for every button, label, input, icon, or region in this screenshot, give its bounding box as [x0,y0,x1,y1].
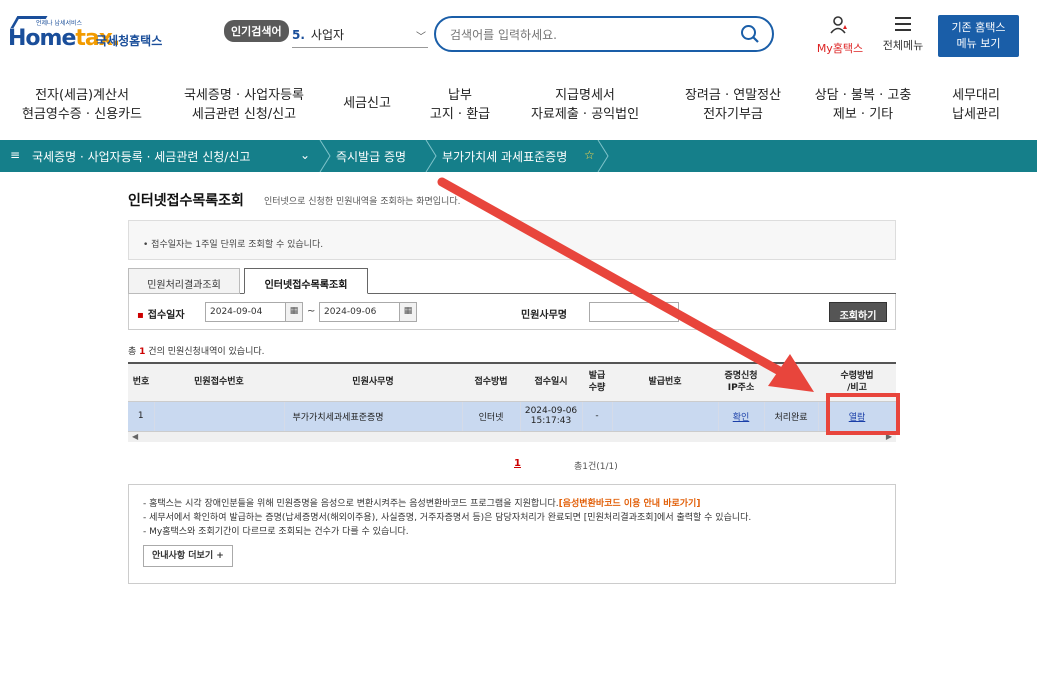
breadcrumb-item-category[interactable]: 국세증명 · 사업자등록 · 세금관련 신청/신고 [32,148,250,165]
main-nav: 전자(세금)계산서 현금영수증 · 신용카드 국세증명 · 사업자등록 세금관련 신… [0,80,1037,136]
nav-e-invoice[interactable]: 전자(세금)계산서 현금영수증 · 신용카드 [18,86,146,124]
guidance-notice: - 홈택스는 시각 장애인분들을 위해 민원증명을 음성으로 변환시켜주는 음성… [128,484,896,584]
result-count: 총 1 건의 민원신청내역이 있습니다. [128,347,265,357]
cell-status: 처리완료 [764,401,819,432]
search-icon[interactable] [740,24,760,44]
cell-method: 인터넷 [462,401,521,432]
search-button[interactable]: 조회하기 [829,302,887,322]
col-header-quantity: 발급 수량 [582,362,612,402]
page-description: 인터넷으로 신청한 민원내역을 조회하는 화면입니다. [264,197,461,207]
my-hometax-label: My홈택스 [816,42,864,55]
popular-rank: 5. [292,28,305,42]
col-header-service-name: 민원사무명 [284,362,462,402]
col-header-issue-no: 발급번호 [612,362,718,402]
col-header-receipt-no: 민원접수번호 [154,362,284,402]
all-menu-label: 전체메뉴 [882,39,924,52]
annotation-highlight-box [826,393,900,435]
nav-tax-agent[interactable]: 세무대리 납세관리 [946,86,1006,124]
favorite-star-icon[interactable]: ☆ [584,148,595,162]
cell-receipt-time: 2024-09-06 15:17:43 [520,401,583,432]
col-header-ip: 증명신청 IP주소 [718,362,764,402]
notice-line-tax-office: - 세무서에서 확인하여 발급하는 증명(납세증명서(해외이주용), 사실증명,… [143,513,752,523]
user-icon [830,16,847,34]
receipt-date-label: ▪ 접수일자 [137,310,185,321]
nav-tax-filing[interactable]: 세금신고 [336,94,398,113]
notice-line-my-hometax: - My홈택스와 조회기간이 다르므로 조회되는 건수가 다를 수 있습니다. [143,527,409,537]
nav-payment[interactable]: 납부 고지 · 환급 [424,86,496,124]
civil-affairs-name-input[interactable] [589,302,679,322]
civil-affairs-name-label: 민원사무명 [521,310,567,321]
my-hometax-link[interactable]: My홈택스 [810,16,870,56]
table-row[interactable]: 1 부가가치세과세표준증명 인터넷 2024-09-06 15:17:43 - 확… [128,401,897,432]
breadcrumb-separator-icon [319,140,331,172]
site-header: 언제나 납세서비스 Hometax. 국세청홈택스 인기검색어 5. 사업자 ﹀ … [0,0,1037,72]
notice-line-voice-barcode: - 홈택스는 시각 장애인분들을 위해 민원증명을 음성으로 변환시켜주는 음성… [143,499,701,509]
page-title: 인터넷접수목록조회 [128,193,244,209]
chevron-down-icon[interactable]: ⌄ [300,148,310,162]
ip-confirm-link[interactable]: 확인 [733,413,750,423]
col-header-status: 상태 [764,362,818,402]
table-horizontal-scrollbar[interactable]: ◀ ▶ [128,432,896,442]
popular-search-select[interactable]: 5. 사업자 ﹀ [292,26,428,48]
table-header-row: 번호 민원접수번호 민원사무명 접수방법 접수일시 발급 수량 발급번호 증명신청… [128,362,896,402]
all-menu-button[interactable]: 전체메뉴 [876,16,930,53]
nav-certificates[interactable]: 국세증명 · 사업자등록 세금관련 신청/신고 [176,86,312,124]
popular-term: 사업자 [310,28,345,42]
hamburger-icon [895,17,911,31]
cell-ip: 확인 [718,401,765,432]
date-range-notice: • 접수일자는 1주일 단위로 조회할 수 있습니다. [128,220,896,260]
breadcrumb-menu-icon[interactable]: ≡ [10,148,20,162]
cell-no: 1 [128,401,155,432]
nav-consultation[interactable]: 상담 · 불복 · 고충 제보 · 기타 [806,86,920,124]
breadcrumb-separator-icon [425,140,437,172]
receipt-table: 번호 민원접수번호 민원사무명 접수방법 접수일시 발급 수량 발급번호 증명신청… [128,362,897,432]
hometax-logo[interactable]: 언제나 납세서비스 Hometax. 국세청홈택스 [8,16,178,58]
breadcrumb-item-current[interactable]: 부가가치세 과세표준증명 [442,148,567,165]
pagination-info: 총1건(1/1) [574,462,618,472]
col-header-no: 번호 [128,362,154,402]
cell-issue-no [612,401,719,432]
nav-incentive[interactable]: 장려금 · 연말정산 전자기부금 [676,86,790,124]
old-site-menu-button[interactable]: 기존 홈택스 메뉴 보기 [938,15,1019,57]
tab-internet-receipt-list[interactable]: 인터넷접수목록조회 [244,268,368,294]
cell-quantity: - [582,401,613,432]
date-from-input[interactable]: 2024-09-04 [205,302,289,322]
chevron-down-icon: ﹀ [416,32,426,43]
voice-barcode-link[interactable]: [음성변환바코드 이용 안내 바로가기] [559,499,701,509]
search-input[interactable] [450,26,740,44]
breadcrumb-item-instant[interactable]: 즉시발급 증명 [336,148,406,165]
breadcrumb-separator-icon [597,140,609,172]
nav-payment-statement[interactable]: 지급명세서 자료제출 · 공익법인 [524,86,646,124]
logo-subtitle: 국세청홈택스 [96,34,163,48]
result-tabs: 민원처리결과조회 인터넷접수목록조회 [128,268,896,294]
col-header-receipt-time: 접수일시 [520,362,582,402]
calendar-icon[interactable]: ▦ [399,302,417,322]
col-header-method: 접수방법 [462,362,520,402]
cell-receipt-no [154,401,285,432]
scroll-left-icon[interactable]: ◀ [132,432,138,441]
search-box [434,16,774,52]
search-filter: ▪ 접수일자 2024-09-04 ▦ ~ 2024-09-06 ▦ 민원사무명 … [128,294,896,330]
date-to-input[interactable]: 2024-09-06 [319,302,403,322]
more-guidance-button[interactable]: 안내사항 더보기 + [143,545,233,567]
popular-search-badge: 인기검색어 [224,20,289,42]
breadcrumb: ≡ 국세증명 · 사업자등록 · 세금관련 신청/신고 ⌄ 즉시발급 증명 부가… [0,140,1037,172]
cell-service-name: 부가가치세과세표준증명 [284,401,463,432]
calendar-icon[interactable]: ▦ [285,302,303,322]
tab-processing-result[interactable]: 민원처리결과조회 [128,268,240,294]
date-range-tilde: ~ [307,306,316,317]
pagination-page-1[interactable]: 1 [514,458,521,469]
